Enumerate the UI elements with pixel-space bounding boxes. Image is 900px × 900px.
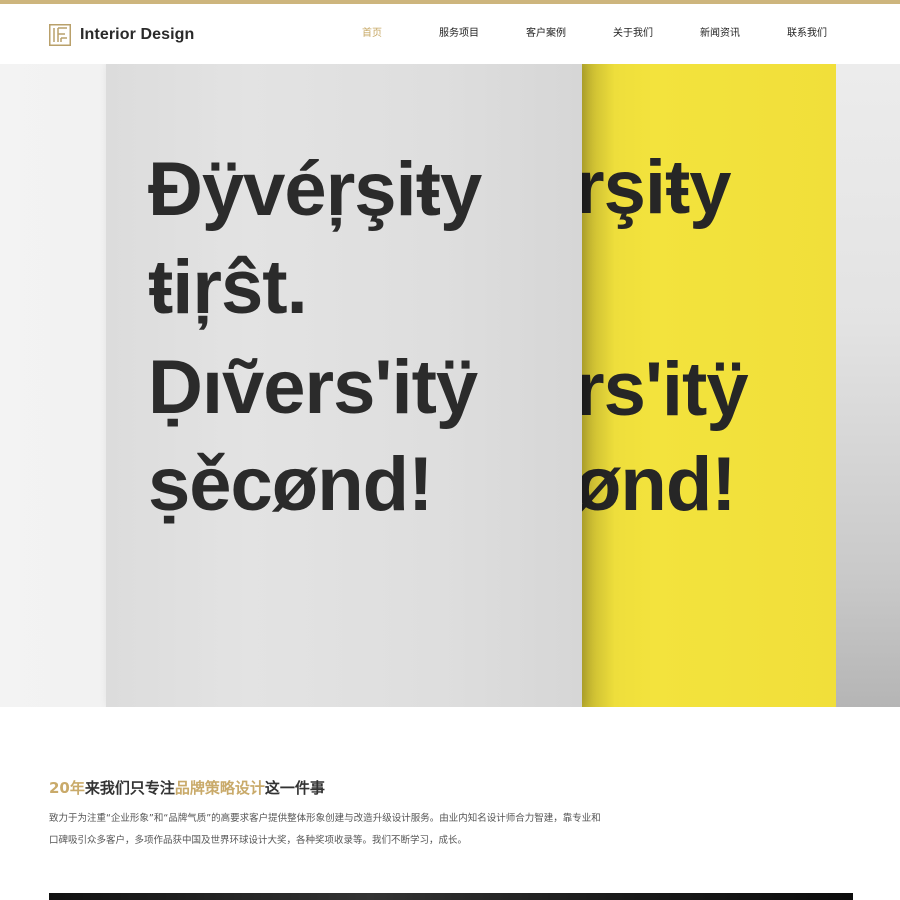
cover-line-2: ŧiŗŝt. (148, 245, 308, 330)
cover-line-4: ṣěcønd! (148, 442, 433, 527)
cover-line-3: Ḍıṽerѕ'itÿ (148, 345, 478, 430)
intro-description: 致力于为注重“企业形象”和“品牌气质”的高要求客户提供整体形象创建与改造升级设计… (49, 808, 669, 852)
logo[interactable]: Interior Design (49, 22, 194, 48)
nav-item-cases[interactable]: 客户案例 (526, 26, 566, 42)
logo-text: Interior Design (80, 26, 195, 43)
intro-heading-highlight: 品牌策略设计 (174, 779, 265, 797)
intro-heading-mid: 来我们只专注 (84, 779, 175, 797)
page: Interior Design 首页 服务项目 客户案例 关于我们 新闻资讯 联… (0, 0, 900, 900)
nav-item-services[interactable]: 服务项目 (439, 26, 479, 42)
intro-heading-years: 20年 (49, 779, 85, 797)
cover-line-1: Đÿvéŗşiŧy (148, 147, 482, 232)
hero-background-shade (836, 64, 900, 707)
intro-heading-suffix: 这一件事 (264, 779, 325, 797)
site-header: Interior Design 首页 服务项目 客户案例 关于我们 新闻资讯 联… (0, 4, 900, 64)
next-section-image-strip (49, 893, 853, 900)
intro-body-line-1: 致力于为注重“企业形象”和“品牌气质”的高要求客户提供整体形象创建与改造升级设计… (49, 813, 601, 824)
nav-item-news[interactable]: 新闻资讯 (700, 26, 740, 42)
main-nav: 首页 服务项目 客户案例 关于我们 新闻资讯 联系我们 (330, 26, 870, 48)
logo-mark-icon (49, 24, 71, 46)
nav-item-about[interactable]: 关于我们 (613, 26, 653, 42)
white-book-cover: Đÿvéŗşiŧy ŧiŗŝt. Ḍıṽerѕ'itÿ ṣěcønd! (106, 64, 582, 707)
intro-heading: 20年来我们只专注品牌策略设计这一件事 (49, 777, 325, 798)
nav-item-home[interactable]: 首页 (362, 26, 382, 42)
nav-item-contact[interactable]: 联系我们 (787, 26, 827, 42)
intro-body-line-2: 口碑吸引众多客户，多项作品获中国及世界环球设计大奖，各种奖项收录等。我们不断学习… (49, 835, 468, 846)
hero-banner[interactable]: rşiŧy rѕ'itÿ ønd! Đÿvéŗşiŧy ŧiŗŝt. Ḍıṽer… (0, 64, 900, 707)
